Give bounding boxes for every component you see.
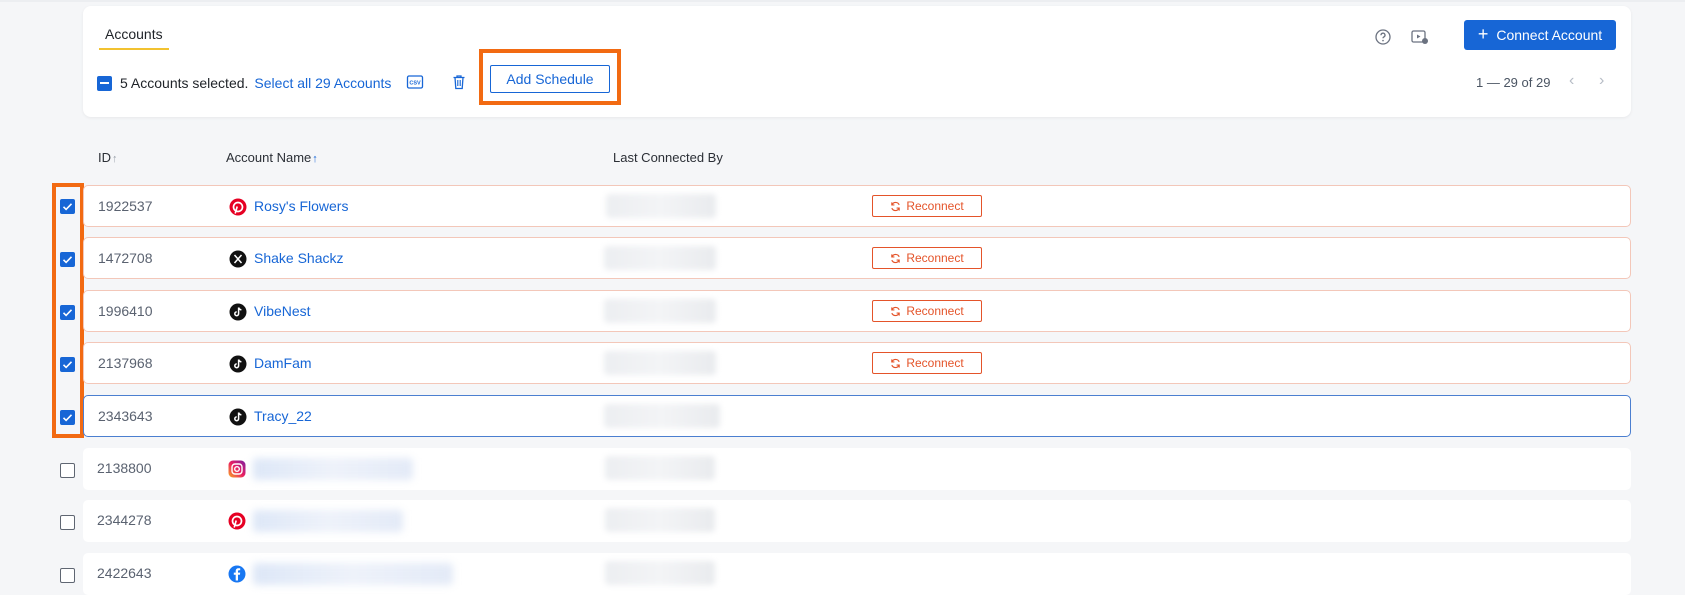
account-name-link[interactable]: DamFam [254, 355, 312, 371]
last-connected-value [604, 404, 720, 428]
account-name-link[interactable]: Tracy_22 [254, 408, 312, 424]
tab-accounts[interactable]: Accounts [99, 26, 169, 50]
help-icon[interactable] [1372, 26, 1394, 48]
account-id: 1996410 [98, 303, 153, 319]
chevron-left-icon[interactable]: ‹ [1569, 72, 1574, 90]
reconnect-button[interactable]: Reconnect [872, 352, 982, 374]
account-name-link[interactable]: VibeNest [254, 303, 311, 319]
table-row[interactable]: 1996410 VibeNest Reconnect [83, 290, 1631, 332]
column-header-id-label: ID [98, 150, 111, 165]
tiktok-icon [229, 355, 247, 373]
sort-arrow-icon: ↑ [112, 153, 118, 165]
last-connected-value [604, 246, 716, 270]
account-id: 2422643 [97, 565, 152, 581]
column-header-id[interactable]: ID↑ [98, 150, 118, 165]
csv-icon[interactable]: CSV [406, 73, 424, 91]
x-icon [229, 250, 247, 268]
reconnect-button[interactable]: Reconnect [872, 247, 982, 269]
reconnect-icon [891, 201, 901, 211]
table-row[interactable]: 2344278 [83, 500, 1631, 542]
table-row[interactable]: 2138800 [83, 448, 1631, 490]
select-all-link[interactable]: Select all 29 Accounts [254, 75, 391, 91]
column-header-last-connected-label: Last Connected By [613, 150, 723, 165]
pinterest-icon [229, 198, 247, 216]
reconnect-label: Reconnect [906, 304, 964, 318]
row-checkbox[interactable] [60, 515, 75, 530]
top-divider [0, 0, 1685, 2]
row-checkbox[interactable] [60, 568, 75, 583]
last-connected-value [606, 194, 716, 218]
table-row[interactable]: 2343643 Tracy_22 [83, 395, 1631, 437]
pinterest-icon [228, 512, 246, 530]
sort-arrow-icon: ↑ [312, 153, 318, 165]
account-id: 2344278 [97, 512, 152, 528]
account-name-link[interactable]: Rosy's Flowers [254, 198, 348, 214]
selection-bar: 5 Accounts selected. Select all 29 Accou… [97, 72, 391, 94]
account-name-link[interactable] [253, 510, 403, 532]
last-connected-value [604, 351, 716, 375]
account-name-link[interactable] [253, 458, 413, 480]
reconnect-label: Reconnect [906, 251, 964, 265]
add-schedule-highlight: Add Schedule [479, 49, 621, 105]
reconnect-button[interactable]: Reconnect [872, 195, 982, 217]
account-name-link[interactable] [253, 563, 453, 585]
reconnect-label: Reconnect [906, 356, 964, 370]
reconnect-label: Reconnect [906, 199, 964, 213]
instagram-icon [228, 460, 246, 478]
chevron-right-icon[interactable]: › [1599, 72, 1604, 90]
last-connected-value [605, 456, 715, 480]
column-header-last-connected: Last Connected By [613, 150, 723, 165]
account-id: 2137968 [98, 355, 153, 371]
pagination-text: 1 — 29 of 29 [1476, 75, 1551, 90]
last-connected-value [604, 299, 716, 323]
trash-icon[interactable] [450, 73, 468, 91]
tiktok-icon [229, 303, 247, 321]
table-row[interactable]: 2422643 [83, 553, 1631, 595]
connect-account-button[interactable]: + Connect Account [1464, 20, 1616, 50]
accounts-toolbar-card: Accounts + Connect Account 5 Accounts se… [83, 6, 1631, 117]
select-all-checkbox[interactable] [97, 75, 112, 91]
column-header-account-name[interactable]: Account Name↑ [226, 150, 318, 165]
facebook-icon [228, 565, 246, 583]
svg-text:CSV: CSV [409, 81, 421, 87]
account-id: 1472708 [98, 250, 153, 266]
table-row[interactable]: 1472708 Shake Shackz Reconnect [83, 237, 1631, 279]
last-connected-value [605, 561, 715, 585]
row-checkbox[interactable] [60, 463, 75, 478]
selected-count-text: 5 Accounts selected. [120, 75, 249, 91]
reconnect-icon [891, 306, 901, 316]
add-schedule-button[interactable]: Add Schedule [490, 65, 610, 93]
plus-icon: + [1477, 24, 1489, 44]
last-connected-value [605, 508, 715, 532]
checkbox-column-highlight [52, 183, 84, 438]
video-settings-icon[interactable] [1409, 26, 1431, 48]
table-row[interactable]: 2137968 DamFam Reconnect [83, 342, 1631, 384]
account-name-link[interactable]: Shake Shackz [254, 250, 344, 266]
column-header-name-label: Account Name [226, 150, 312, 165]
connect-account-label: Connect Account [1496, 27, 1603, 43]
account-id: 1922537 [98, 198, 153, 214]
account-id: 2343643 [98, 408, 153, 424]
reconnect-icon [891, 358, 901, 368]
reconnect-icon [891, 253, 901, 263]
reconnect-button[interactable]: Reconnect [872, 300, 982, 322]
tiktok-icon [229, 408, 247, 426]
table-row[interactable]: 1922537 Rosy's Flowers Reconnect [83, 185, 1631, 227]
account-id: 2138800 [97, 460, 152, 476]
